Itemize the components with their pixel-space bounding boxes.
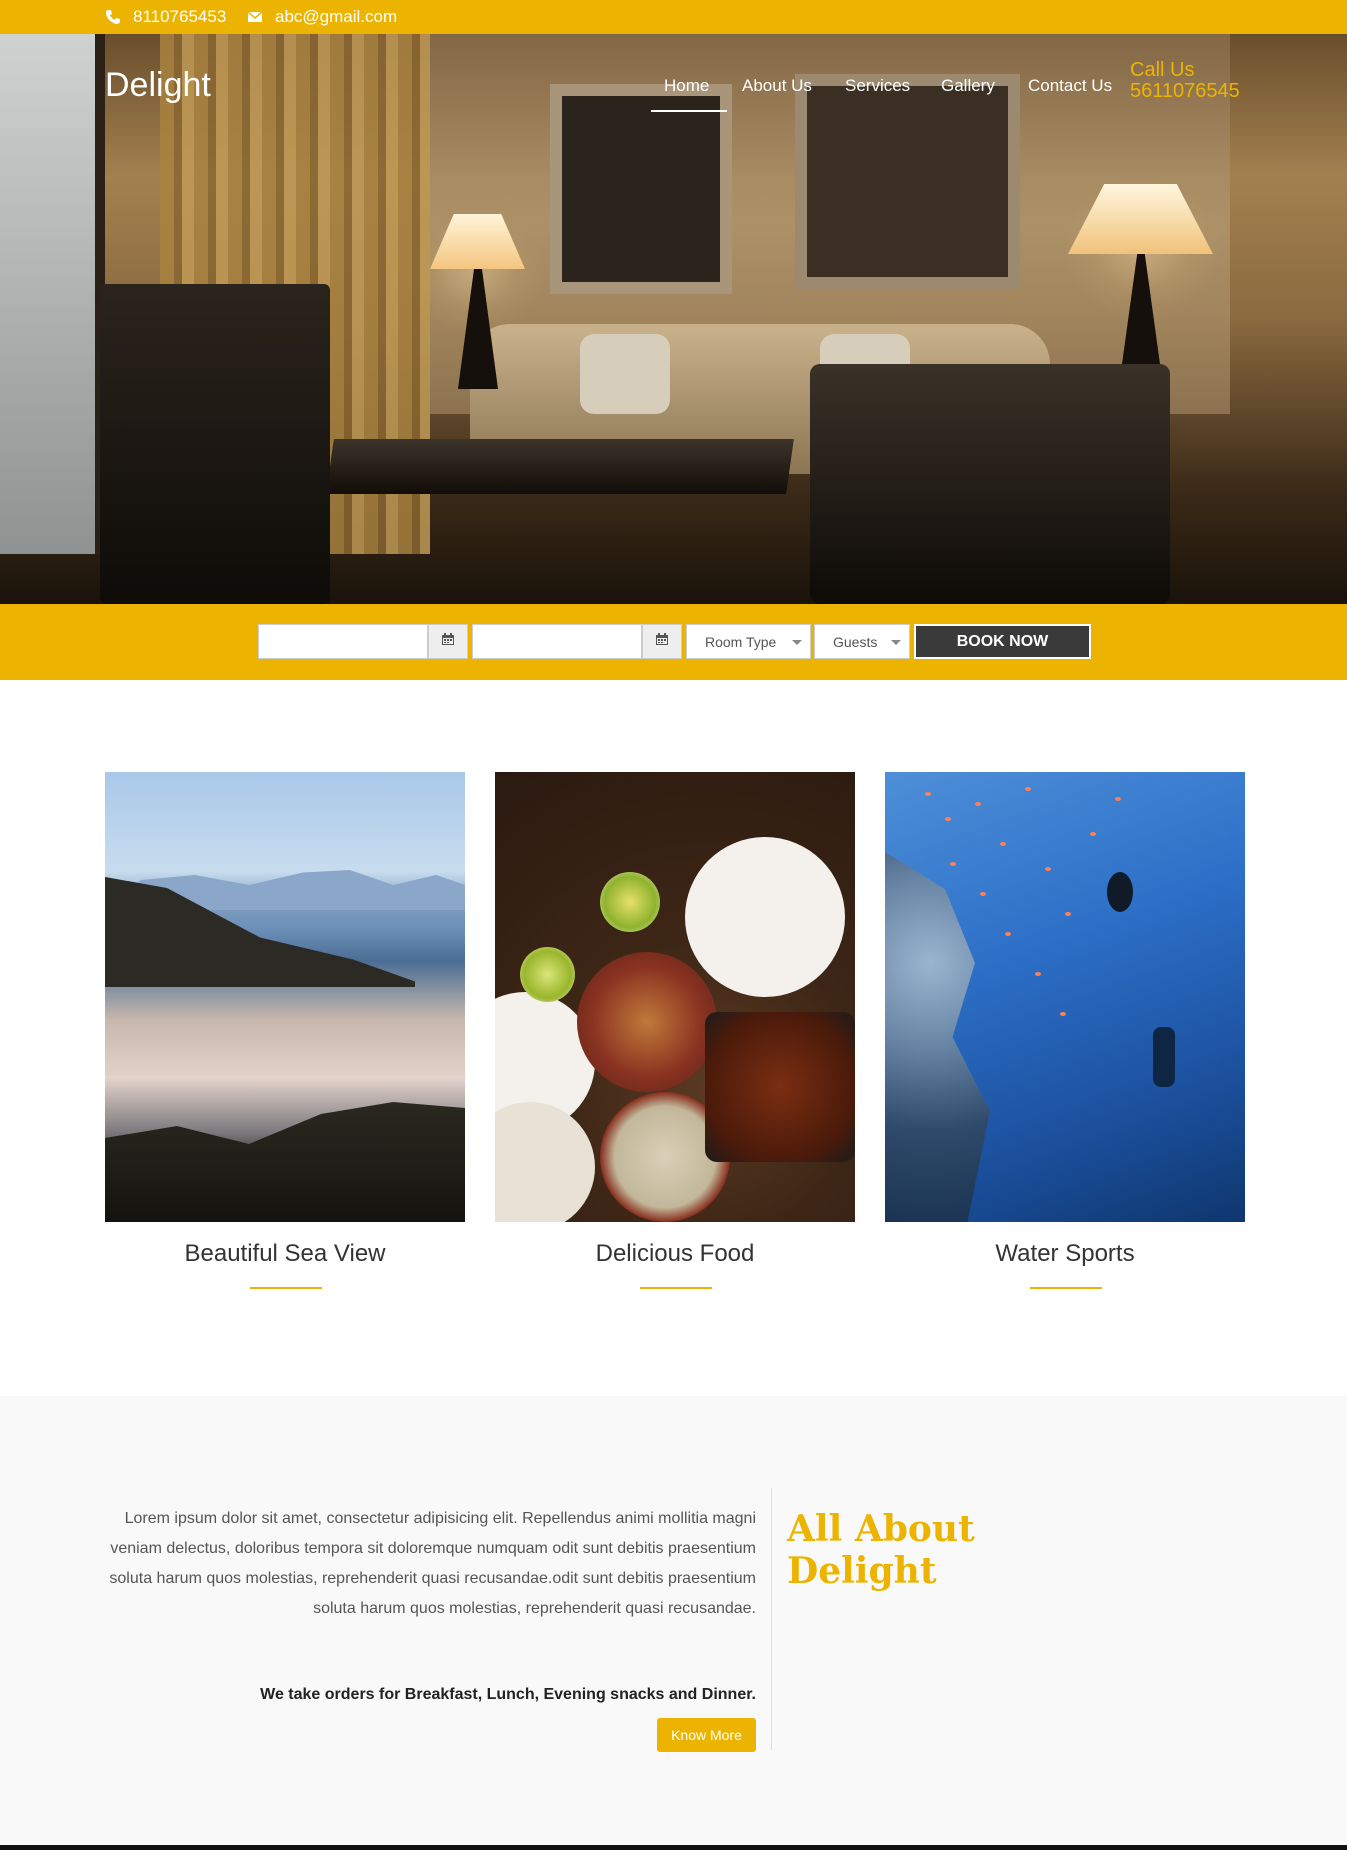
feature-underline [250,1287,322,1289]
food-plate [685,837,845,997]
water-image-diver [1153,1027,1175,1087]
nav-item-contact-us[interactable]: Contact Us [1028,76,1112,96]
nav-active-indicator [651,110,727,112]
water-image-reef [885,852,990,1222]
water-image-fish [1045,867,1051,871]
room-type-value: Room Type [705,633,777,650]
brand-logo[interactable]: Delight [105,66,211,105]
food-glass [520,947,575,1002]
nav-item-services[interactable]: Services [845,76,910,96]
guests-value: Guests [833,633,878,650]
hero-armchair [810,364,1170,604]
checkin-calendar-button[interactable] [428,624,468,659]
about-orders-text: We take orders for Breakfast, Lunch, Eve… [260,1686,756,1703]
room-type-select[interactable]: Room Type [686,624,811,659]
footer-edge [0,1845,1347,1850]
envelope-icon [247,9,263,25]
phone-number: 8110765453 [133,7,227,26]
calendar-icon [655,632,669,651]
feature-card-food[interactable]: Delicious Food [495,772,855,1289]
checkin-date-input[interactable] [258,624,428,659]
nav-item-home[interactable]: Home [664,76,709,96]
hero-armchair [100,284,330,604]
book-now-button[interactable]: BOOK NOW [914,624,1091,659]
about-divider [771,1488,772,1750]
water-image-fish [1005,932,1011,936]
call-us-label: Call Us [1130,59,1195,81]
about-heading-line1: All About [787,1508,975,1550]
feature-title: Delicious Food [595,1240,755,1267]
email-contact[interactable]: abc@gmail.com [247,7,397,27]
feature-underline [640,1287,712,1289]
guests-select[interactable]: Guests [814,624,910,659]
phone-icon [105,9,121,25]
feature-card-water-sports[interactable]: Water Sports [885,772,1245,1289]
food-glass [600,872,660,932]
about-heading-line2: Delight [787,1550,937,1592]
about-heading: All About Delight [787,1508,1047,1592]
chevron-down-icon [891,640,901,645]
water-image-big-fish [1107,872,1133,912]
about-section: Lorem ipsum dolor sit amet, consectetur … [0,1396,1347,1850]
sea-view-image [105,772,465,1222]
food-image [495,772,855,1222]
calendar-icon [441,632,455,651]
water-image-fish [1000,842,1006,846]
main-navigation: Delight Home About Us Services Gallery C… [0,34,1347,124]
checkout-calendar-button[interactable] [642,624,682,659]
top-contact-bar: 8110765453 abc@gmail.com [0,0,1347,34]
hero-pillow [580,334,670,414]
know-more-button[interactable]: Know More [657,1718,756,1752]
water-image-fish [950,862,956,866]
hero-coffee-table [326,439,794,494]
water-image-fish [1025,787,1031,791]
call-us-block[interactable]: Call Us 5611076545 [1130,60,1240,102]
sea-image-bushes [105,1102,465,1222]
water-sports-image [885,772,1245,1222]
checkout-date-input[interactable] [472,624,642,659]
feature-underline [1030,1287,1102,1289]
water-image-fish [1115,797,1121,801]
water-image-fish [1090,832,1096,836]
food-tray [705,1012,855,1162]
water-image-fish [945,817,951,821]
feature-card-sea-view[interactable]: Beautiful Sea View [105,772,465,1289]
food-bowl [577,952,717,1092]
water-image-fish [1060,1012,1066,1016]
nav-item-gallery[interactable]: Gallery [941,76,995,96]
water-image-fish [925,792,931,796]
phone-contact[interactable]: 8110765453 [105,7,226,27]
water-image-fish [980,892,986,896]
water-image-fish [1035,972,1041,976]
booking-bar: Room Type Guests BOOK NOW [0,604,1347,680]
about-paragraph: Lorem ipsum dolor sit amet, consectetur … [109,1510,756,1617]
nav-item-about-us[interactable]: About Us [742,76,812,96]
email-address: abc@gmail.com [275,7,398,26]
water-image-fish [1065,912,1071,916]
feature-title: Water Sports [995,1240,1135,1267]
call-us-number: 5611076545 [1130,80,1240,102]
feature-title: Beautiful Sea View [184,1240,386,1267]
chevron-down-icon [792,640,802,645]
water-image-fish [975,802,981,806]
food-plate [495,1102,595,1222]
